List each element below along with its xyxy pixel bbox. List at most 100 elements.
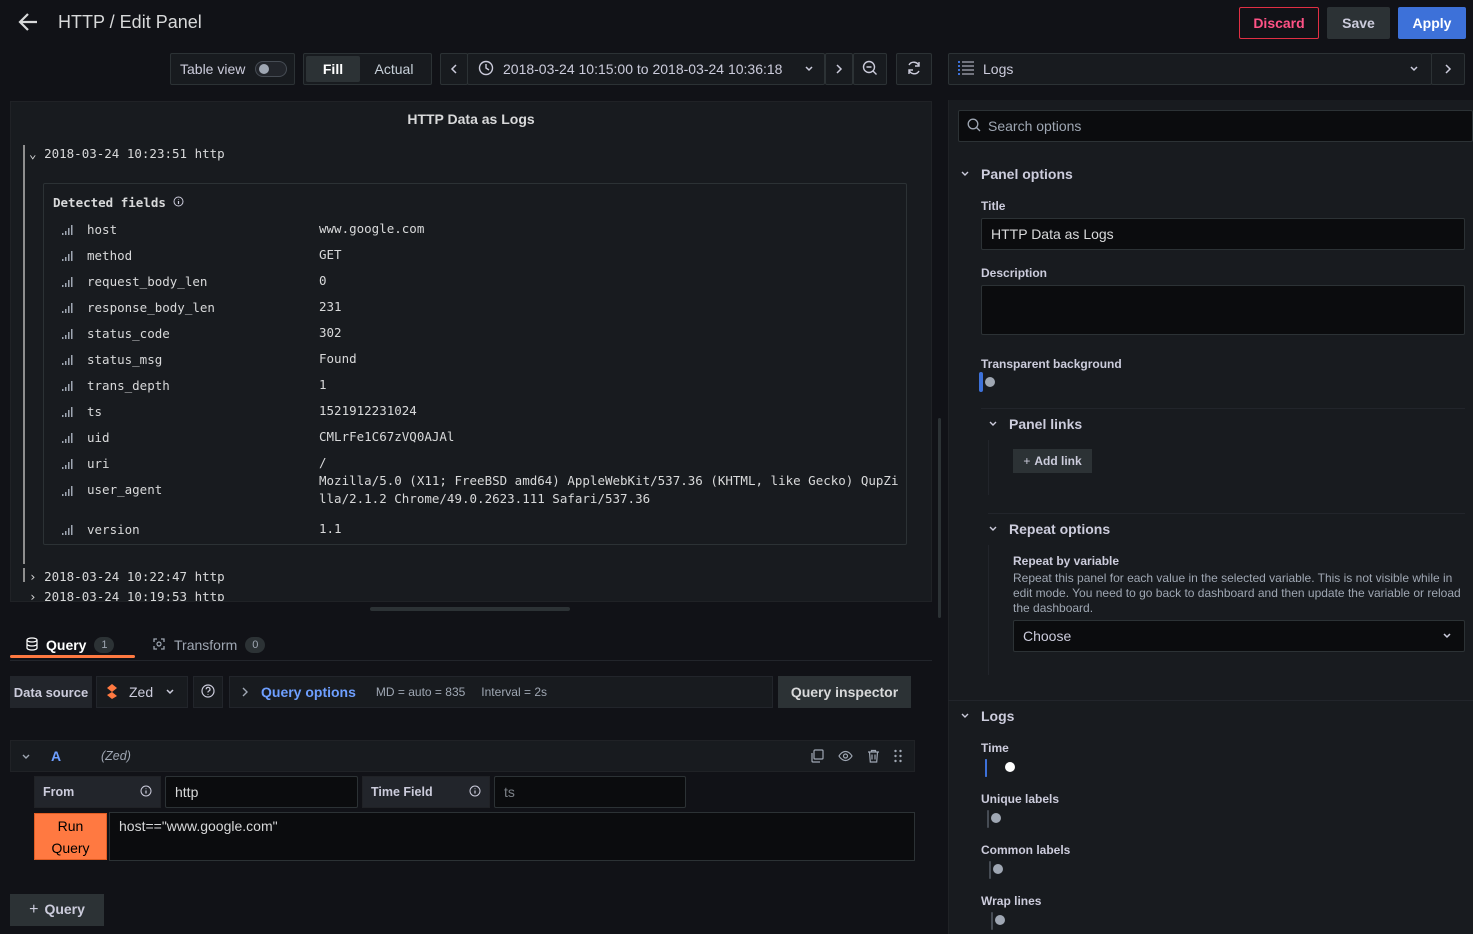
title-input[interactable]: HTTP Data as Logs <box>981 218 1465 250</box>
run-query-button[interactable]: Run Query <box>34 813 107 860</box>
description-textarea[interactable] <box>981 285 1465 335</box>
trash-icon[interactable] <box>867 749 880 766</box>
unique-labels-toggle[interactable] <box>987 810 1001 828</box>
actual-button[interactable]: Actual <box>360 56 428 82</box>
add-link-button[interactable]: + Add link <box>1013 449 1092 473</box>
repeat-options-section[interactable]: Repeat options <box>988 521 1110 537</box>
stats-bars-icon[interactable] <box>62 457 73 472</box>
back-arrow-icon[interactable] <box>14 8 42 36</box>
common-labels-label: Common labels <box>981 843 1071 857</box>
data-source-label: Data source <box>10 676 92 708</box>
stats-bars-icon[interactable] <box>62 405 73 420</box>
transform-icon <box>152 637 166 654</box>
pane-scrollbar[interactable] <box>938 418 941 618</box>
panel-options-section[interactable]: Panel options <box>960 166 1073 182</box>
data-source-help-button[interactable] <box>193 676 223 708</box>
detected-fields-box: Detected fields host www.google.com method… <box>43 183 907 545</box>
interval-value: Interval = 2s <box>481 685 547 699</box>
common-labels-toggle[interactable] <box>989 861 1003 879</box>
time-toggle[interactable] <box>985 759 1015 777</box>
search-options-input[interactable]: Search options <box>958 110 1473 142</box>
repeat-variable-select[interactable]: Choose <box>1013 620 1465 652</box>
duplicate-icon[interactable] <box>810 749 824 766</box>
search-icon <box>967 118 981 135</box>
description-label: Description <box>981 266 1048 280</box>
stats-bars-icon[interactable] <box>62 327 73 342</box>
visualization-name: Logs <box>983 61 1014 77</box>
log-line-expanded[interactable]: ⌄ 2018-03-24 10:23:51 http <box>29 146 225 161</box>
stats-bars-icon[interactable] <box>62 223 73 238</box>
panel-links-section[interactable]: Panel links <box>988 416 1082 432</box>
title-label: Title <box>981 199 1006 213</box>
data-source-name: Zed <box>129 684 154 700</box>
visualization-picker[interactable]: Logs <box>948 53 1432 85</box>
stats-bars-icon[interactable] <box>62 301 73 316</box>
time-range-picker[interactable]: 2018-03-24 10:15:00 to 2018-03-24 10:36:… <box>467 53 825 85</box>
panel-title: HTTP Data as Logs <box>407 111 535 127</box>
field-name: ts <box>87 404 103 419</box>
field-name: status_code <box>87 326 170 341</box>
query-row-header[interactable]: A (Zed) <box>10 740 915 772</box>
query-datasource-name: (Zed) <box>101 749 131 763</box>
time-field-input[interactable]: ts <box>494 776 686 808</box>
field-value: 1 <box>319 377 327 392</box>
chevron-down-icon <box>1442 628 1452 644</box>
divider <box>988 513 1465 514</box>
logs-viz-icon <box>957 60 975 79</box>
field-value: 0 <box>319 273 327 288</box>
query-ref-id[interactable]: A <box>51 748 61 764</box>
stats-bars-icon[interactable] <box>62 484 73 499</box>
table-view-switch[interactable] <box>255 61 288 77</box>
refresh-button[interactable] <box>896 53 932 85</box>
field-value: www.google.com <box>319 221 425 236</box>
prev-range-button[interactable] <box>440 53 468 85</box>
stats-bars-icon[interactable] <box>62 379 73 394</box>
time-label: Time <box>981 741 1009 755</box>
query-inspector-button[interactable]: Query inspector <box>778 676 911 708</box>
toggle-options-button[interactable] <box>1431 53 1465 85</box>
fill-button[interactable]: Fill <box>306 56 360 82</box>
save-button[interactable]: Save <box>1327 7 1390 39</box>
field-value: 1521912231024 <box>319 403 417 418</box>
query-options-bar[interactable]: Query options MD = auto = 835 Interval =… <box>229 676 773 708</box>
logs-section[interactable]: Logs <box>960 708 1014 724</box>
discard-button[interactable]: Discard <box>1239 7 1319 39</box>
field-name: status_msg <box>87 352 163 367</box>
chevron-left-icon <box>449 61 459 77</box>
field-value: GET <box>319 247 342 262</box>
repeat-description: Repeat this panel for each value in the … <box>1013 571 1461 615</box>
from-input[interactable]: http <box>165 776 358 808</box>
stats-bars-icon[interactable] <box>62 523 73 538</box>
table-view-toggle[interactable]: Table view <box>170 53 295 85</box>
drag-handle-icon[interactable] <box>893 749 903 766</box>
search-options-placeholder: Search options <box>988 118 1082 134</box>
field-value: 1.1 <box>319 521 342 536</box>
plus-icon: + <box>1023 454 1031 468</box>
wrap-lines-toggle[interactable] <box>991 912 1005 930</box>
apply-button[interactable]: Apply <box>1398 7 1466 39</box>
stats-bars-icon[interactable] <box>62 249 73 264</box>
log-line[interactable]: › 2018-03-24 10:22:47 http <box>29 569 225 584</box>
transparent-background-toggle[interactable] <box>979 372 995 392</box>
zoom-out-button[interactable] <box>853 53 887 85</box>
field-name: method <box>87 248 133 263</box>
panel-resize-handle[interactable] <box>370 607 570 611</box>
tab-transform[interactable]: Transform 0 <box>152 630 266 660</box>
page-title: HTTP / Edit Panel <box>58 12 202 32</box>
chevron-right-icon <box>834 61 844 77</box>
max-data-points: MD = auto = 835 <box>375 685 466 699</box>
log-level-bar <box>23 568 25 582</box>
field-name: uid <box>87 430 110 445</box>
stats-bars-icon[interactable] <box>62 275 73 290</box>
add-query-button[interactable]: + Query <box>10 894 104 926</box>
eye-icon[interactable] <box>838 749 853 766</box>
database-icon <box>26 636 38 654</box>
stats-bars-icon[interactable] <box>62 431 73 446</box>
data-source-picker[interactable]: Zed <box>96 676 188 708</box>
zoom-out-icon <box>862 60 878 79</box>
stats-bars-icon[interactable] <box>62 353 73 368</box>
query-textarea[interactable]: host=="www.google.com" <box>109 812 915 861</box>
collapse-chevron-icon[interactable] <box>21 749 31 765</box>
log-line[interactable]: › 2018-03-24 10:19:53 http <box>29 589 225 601</box>
next-range-button[interactable] <box>825 53 853 85</box>
